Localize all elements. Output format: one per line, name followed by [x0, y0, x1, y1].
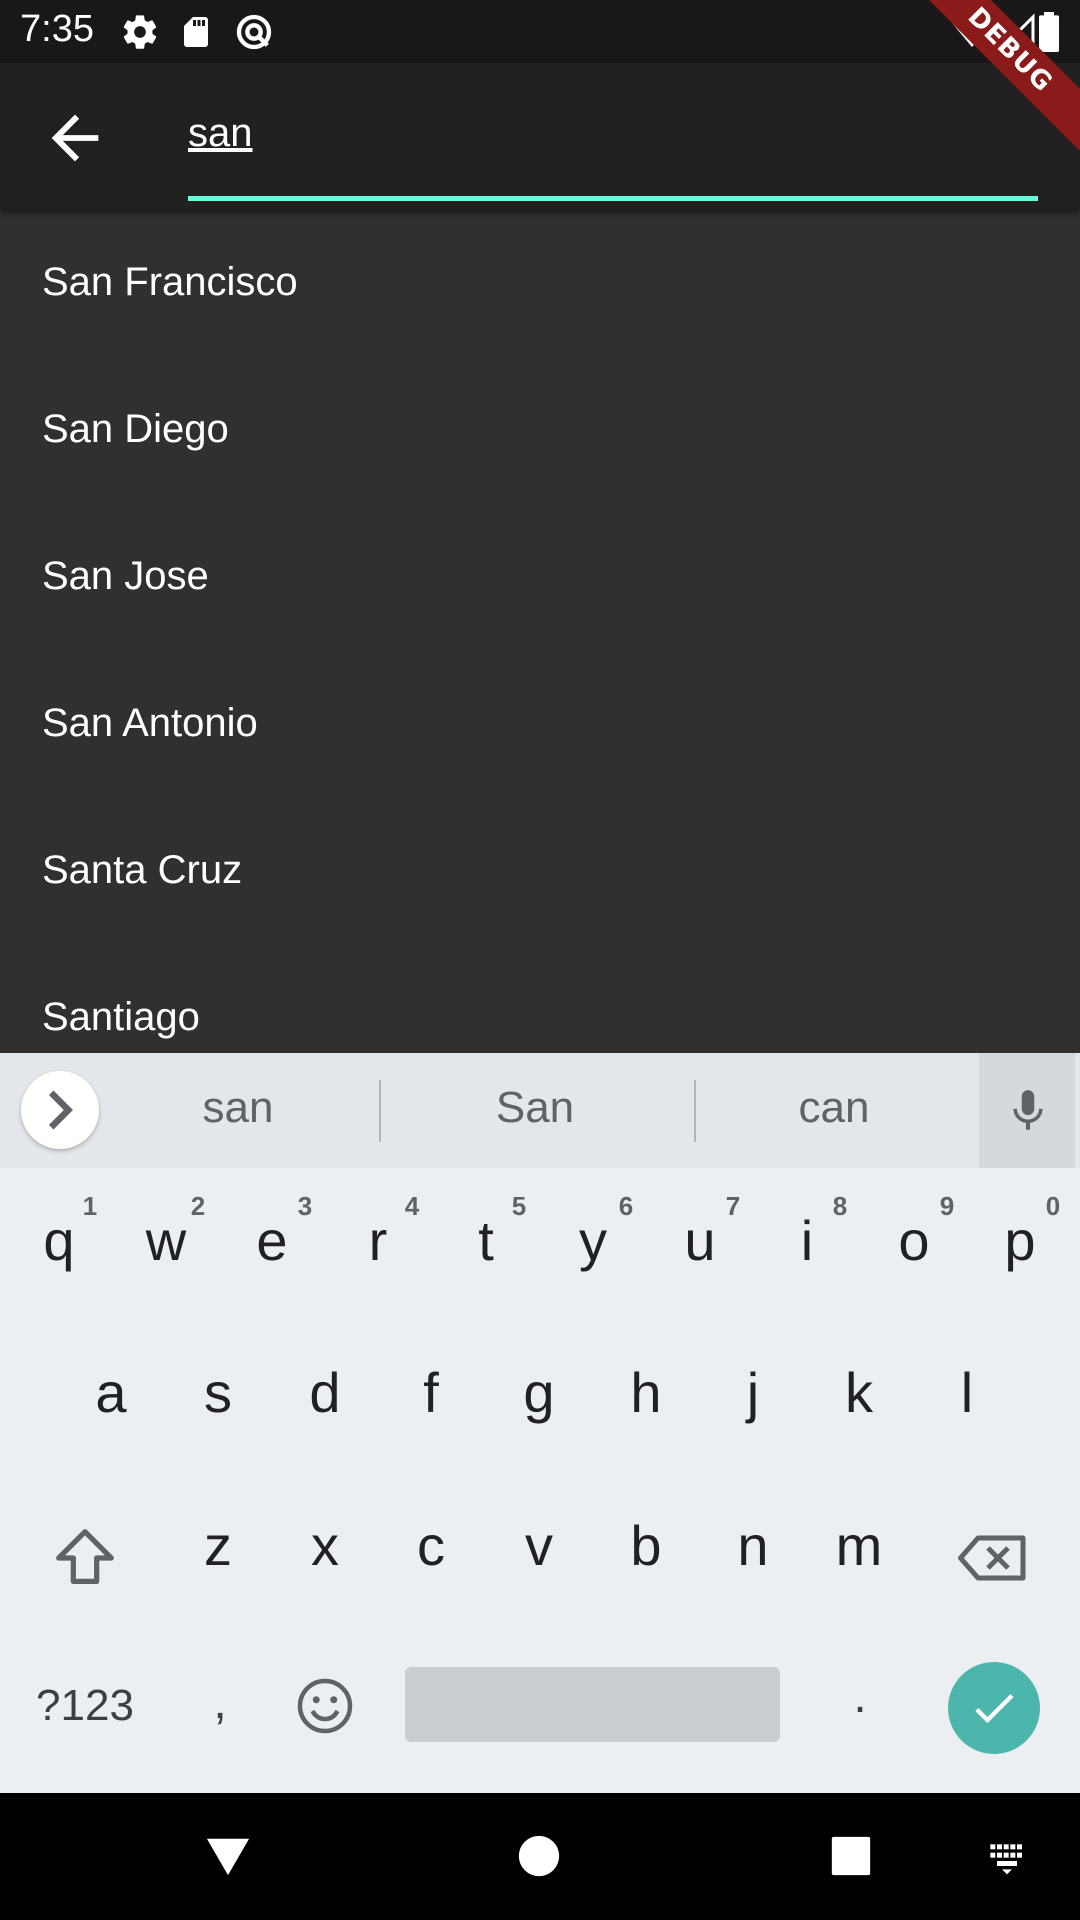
- key-hint-8: 8: [832, 1191, 848, 1221]
- list-item-label: San Diego: [42, 407, 229, 451]
- symbols-key[interactable]: ?123: [20, 1681, 150, 1731]
- keyboard-switch-icon[interactable]: [985, 1836, 1029, 1876]
- status-time: 7:35: [20, 8, 94, 50]
- space-bar[interactable]: [405, 1667, 780, 1742]
- key-hint-2: 2: [190, 1191, 206, 1221]
- soft-keyboard: san San can q w e r t y u i o p 1 2 3 4 …: [0, 1053, 1080, 1793]
- key-v[interactable]: v: [489, 1513, 589, 1578]
- list-item[interactable]: San Antonio: [0, 651, 1080, 798]
- key-j[interactable]: j: [703, 1360, 803, 1425]
- key-hint-5: 5: [511, 1191, 527, 1221]
- key-g[interactable]: g: [489, 1360, 589, 1425]
- key-n[interactable]: n: [703, 1513, 803, 1578]
- voice-input-button[interactable]: [979, 1053, 1075, 1168]
- results-list: San Francisco San Diego San Jose San Ant…: [0, 210, 1080, 1053]
- key-b[interactable]: b: [596, 1513, 696, 1578]
- check-icon: [975, 1694, 1014, 1724]
- suggestion-strip: san San can: [0, 1053, 1080, 1168]
- list-item[interactable]: Santa Cruz: [0, 798, 1080, 945]
- backspace-key[interactable]: [955, 1528, 1031, 1588]
- key-k[interactable]: k: [809, 1360, 909, 1425]
- list-item-label: Santa Cruz: [42, 848, 243, 892]
- screen: 7:35 DEBUG san San Francisco San Diego S…: [0, 0, 1080, 1920]
- key-comma[interactable]: ,: [170, 1675, 270, 1730]
- key-x[interactable]: x: [275, 1513, 375, 1578]
- key-c[interactable]: c: [381, 1513, 481, 1578]
- navigation-bar: [0, 1793, 1080, 1920]
- backspace-icon: [958, 1535, 1026, 1581]
- emoji-key[interactable]: [295, 1676, 355, 1736]
- list-item-label: San Antonio: [42, 701, 258, 745]
- suggestion-1[interactable]: san: [88, 1083, 388, 1133]
- key-period[interactable]: .: [810, 1669, 910, 1724]
- microphone-icon: [1013, 1090, 1043, 1130]
- suggestion-3[interactable]: can: [684, 1083, 984, 1133]
- key-hint-4: 4: [404, 1191, 420, 1221]
- list-item[interactable]: Santiago: [0, 945, 1080, 1053]
- suggestion-divider: [379, 1080, 381, 1142]
- search-focus-underline: [188, 196, 1038, 201]
- app-bar: [0, 63, 1080, 210]
- list-item-label: Santiago: [42, 995, 200, 1039]
- key-z[interactable]: z: [168, 1513, 268, 1578]
- key-hint-3: 3: [297, 1191, 313, 1221]
- list-item-label: San Francisco: [42, 260, 298, 304]
- key-a[interactable]: a: [61, 1360, 161, 1425]
- status-bar: 7:35: [0, 0, 1080, 63]
- list-item-label: San Jose: [42, 554, 209, 598]
- recents-icon[interactable]: [828, 1833, 874, 1879]
- key-hint-9: 9: [939, 1191, 955, 1221]
- shift-icon: [56, 1529, 114, 1584]
- list-item[interactable]: San Jose: [0, 504, 1080, 651]
- search-input[interactable]: [188, 103, 1038, 163]
- key-hint-1: 1: [82, 1191, 98, 1221]
- suggestion-2[interactable]: San: [385, 1083, 685, 1133]
- sync-icon: [236, 14, 272, 50]
- key-d[interactable]: d: [275, 1360, 375, 1425]
- search-field[interactable]: [188, 103, 1038, 173]
- list-item[interactable]: San Diego: [0, 357, 1080, 504]
- back-triangle-icon[interactable]: [205, 1833, 251, 1879]
- sd-card-icon: [184, 17, 208, 47]
- key-s[interactable]: s: [168, 1360, 268, 1425]
- shift-key[interactable]: [50, 1523, 120, 1593]
- key-hint-6: 6: [618, 1191, 634, 1221]
- back-button[interactable]: [40, 103, 110, 173]
- key-m[interactable]: m: [809, 1513, 909, 1578]
- settings-icon: [123, 15, 157, 49]
- arrow-back-icon: [51, 114, 99, 162]
- battery-icon: [1039, 12, 1059, 52]
- home-icon[interactable]: [517, 1834, 561, 1878]
- key-f[interactable]: f: [381, 1360, 481, 1425]
- key-hint-0: 0: [1045, 1191, 1061, 1221]
- key-hint-7: 7: [725, 1191, 741, 1221]
- emoji-icon: [297, 1678, 353, 1734]
- key-l[interactable]: l: [917, 1360, 1017, 1425]
- list-item[interactable]: San Francisco: [0, 210, 1080, 357]
- key-h[interactable]: h: [596, 1360, 696, 1425]
- enter-button[interactable]: [948, 1662, 1040, 1754]
